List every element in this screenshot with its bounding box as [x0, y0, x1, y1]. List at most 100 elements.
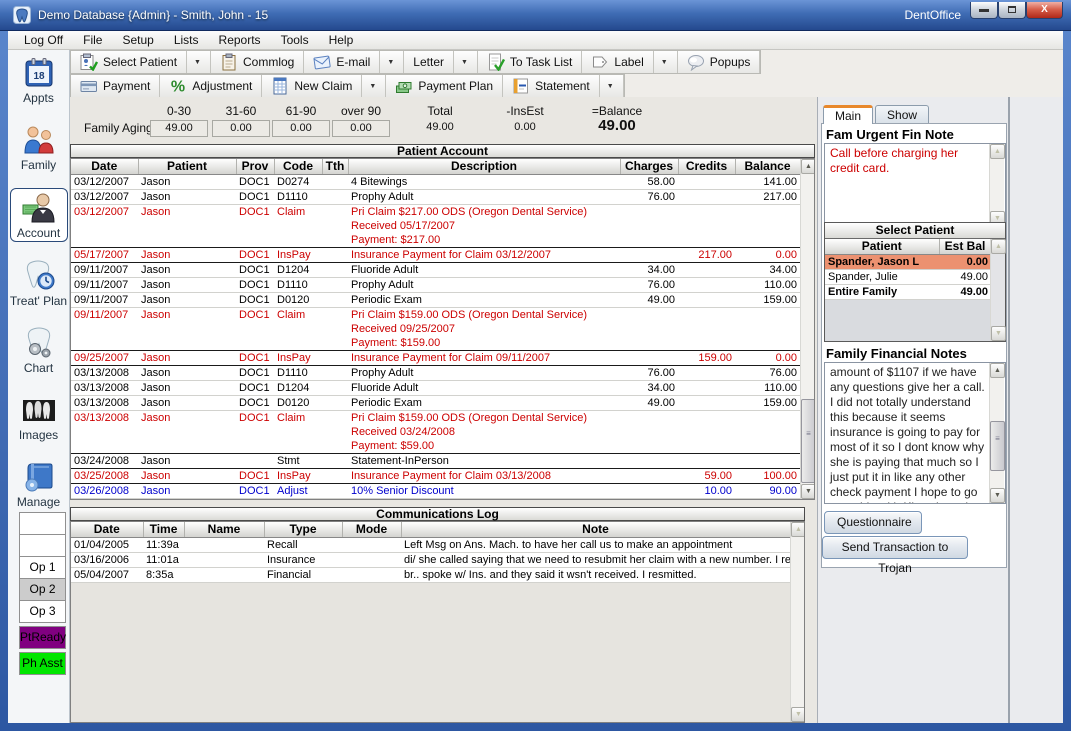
dropdown-arrow-icon[interactable]: ▼	[361, 75, 376, 97]
menu-tools[interactable]: Tools	[271, 31, 319, 50]
patient-list-scrollbar[interactable]: ▲ ▼	[990, 239, 1005, 341]
account-column-description: Description	[348, 159, 620, 174]
account-row[interactable]: 09/11/2007JasonDOC1D0120Periodic Exam49.…	[71, 292, 800, 307]
sidebar-item-treat-plan[interactable]: Treat' Plan	[10, 257, 68, 309]
dropdown-arrow-icon[interactable]: ▼	[186, 51, 201, 73]
account-row[interactable]: 03/24/2008JasonStmtStatement-InPerson	[71, 453, 800, 468]
sidebar-item-images[interactable]: Images	[10, 391, 68, 443]
op-cell-ph-asst[interactable]: Ph Asst	[19, 652, 66, 675]
menu-file[interactable]: File	[73, 31, 112, 50]
toolbar-button-commlog[interactable]: Commlog	[211, 51, 304, 73]
questionnaire-button[interactable]: Questionnaire	[824, 511, 922, 534]
aging-balance-value: 49.00	[582, 117, 652, 134]
scroll-up-icon[interactable]: ▲	[991, 239, 1006, 254]
op-cell-empty[interactable]	[19, 512, 66, 535]
account-row[interactable]: 03/25/2008JasonDOC1InsPayInsurance Payme…	[71, 468, 800, 483]
maximize-button[interactable]	[998, 2, 1026, 19]
commlog-row[interactable]: 03/16/200611:01aInsurancedi/ she called …	[71, 552, 790, 567]
scroll-up-icon[interactable]: ▲	[801, 159, 815, 174]
toolbar-button-payment[interactable]: Payment	[71, 75, 160, 97]
menu-help[interactable]: Help	[319, 31, 364, 50]
account-row[interactable]: 03/12/2007JasonDOC1D02744 Bitewings58.00…	[71, 174, 800, 189]
scroll-down-icon[interactable]: ▼	[991, 326, 1006, 341]
op-cell-op-1[interactable]: Op 1	[19, 556, 66, 579]
send-transaction-to-trojan-button[interactable]: Send Transaction to Trojan	[822, 536, 968, 559]
account-row[interactable]: 03/13/2008JasonDOC1D0120Periodic Exam49.…	[71, 395, 800, 410]
toolbar-button-label[interactable]: Label▼	[582, 51, 677, 73]
patient-list-row[interactable]: Spander, Julie49.00	[825, 269, 991, 284]
commlog-row[interactable]: 05/04/20078:35aFinancialbr.. spoke w/ In…	[71, 567, 790, 582]
menu-log-off[interactable]: Log Off	[14, 31, 73, 50]
financial-notes-textarea[interactable]: amount of $1107 if we have any questions…	[824, 362, 1006, 504]
sidebar-item-appts[interactable]: 18Appts	[10, 54, 68, 106]
account-row[interactable]: 05/17/2007JasonDOC1InsPayInsurance Payme…	[71, 247, 800, 262]
panel-splitter[interactable]	[1008, 97, 1010, 723]
op-cell-op-2[interactable]: Op 2	[19, 578, 66, 601]
sidebar-item-account[interactable]: Account	[10, 188, 68, 242]
account-row[interactable]: 09/11/2007JasonDOC1ClaimPri Claim $159.0…	[71, 307, 800, 350]
commlog-column-time: Time	[143, 522, 184, 537]
menu-setup[interactable]: Setup	[112, 31, 163, 50]
account-column-charges: Charges	[620, 159, 678, 174]
toolbar-button-label: Adjustment	[192, 79, 252, 93]
account-row[interactable]: 03/13/2008JasonDOC1D1110Prophy Adult76.0…	[71, 365, 800, 380]
account-row[interactable]: 09/25/2007JasonDOC1InsPayInsurance Payme…	[71, 350, 800, 365]
account-row[interactable]: 03/13/2008JasonDOC1D1204Fluoride Adult34…	[71, 380, 800, 395]
account-row[interactable]: 03/12/2007JasonDOC1D1110Prophy Adult76.0…	[71, 189, 800, 204]
toolbar-button-payment-plan[interactable]: Payment Plan	[386, 75, 503, 97]
tab-main[interactable]: Main	[823, 105, 873, 124]
account-scrollbar[interactable]: ▲ ▼	[800, 159, 815, 499]
dropdown-arrow-icon[interactable]: ▼	[379, 51, 394, 73]
commlog-scrollbar[interactable]: ▲ ▼	[790, 522, 805, 722]
aging-value-31-60: 0.00	[212, 120, 270, 137]
toolbar-button-to-task-list[interactable]: To Task List	[478, 51, 582, 73]
dropdown-arrow-icon[interactable]: ▼	[599, 75, 614, 97]
scroll-down-icon[interactable]: ▼	[791, 707, 805, 722]
toolbar-button-e-mail[interactable]: E-mail▼	[304, 51, 404, 73]
scroll-down-icon[interactable]: ▼	[801, 484, 815, 499]
toolbar-button-popups[interactable]: Popups	[678, 51, 761, 73]
toolbar-button-select-patient[interactable]: Select Patient ▼	[71, 51, 211, 73]
account-row[interactable]: 09/11/2007JasonDOC1D1204Fluoride Adult34…	[71, 262, 800, 277]
patient-list-row[interactable]: Entire Family49.00	[825, 284, 991, 299]
dropdown-arrow-icon[interactable]: ▼	[453, 51, 468, 73]
financial-notes-scrollbar[interactable]: ▲ ▼	[989, 363, 1004, 503]
op-cell-empty[interactable]	[19, 534, 66, 557]
operatory-list: Op 1Op 2Op 3 PtReady Ph Asst	[19, 513, 66, 675]
select-patient-title: Select Patient	[825, 223, 1005, 239]
account-row[interactable]: 03/12/2007JasonDOC1ClaimPri Claim $217.0…	[71, 204, 800, 247]
commlog-row[interactable]: 01/04/200511:39aRecallLeft Msg on Ans. M…	[71, 537, 790, 552]
patient-account-title: Patient Account	[70, 144, 815, 158]
patient-list-row[interactable]: Spander, Jason L0.00	[825, 254, 991, 269]
sidebar-item-chart[interactable]: Chart	[10, 324, 68, 376]
toolbar-button-statement[interactable]: Statement ▼	[503, 75, 624, 97]
sidebar-item-manage[interactable]: Manage	[10, 458, 68, 510]
account-scroll-thumb[interactable]	[801, 399, 815, 483]
scroll-up-icon[interactable]: ▲	[791, 522, 805, 537]
toolbar-button-label: Select Patient	[103, 55, 177, 69]
account-row[interactable]: 09/11/2007JasonDOC1D1110Prophy Adult76.0…	[71, 277, 800, 292]
tab-show[interactable]: Show	[875, 105, 929, 124]
sidebar-modules: 18Appts Family Account Treat' Plan Chart Imag…	[8, 54, 69, 525]
financial-notes-scroll-thumb[interactable]	[990, 421, 1005, 471]
op-cell-op-3[interactable]: Op 3	[19, 600, 66, 623]
menu-lists[interactable]: Lists	[164, 31, 209, 50]
account-row[interactable]: 03/26/2008JasonDOC1PayCheck #1234 $90.00…	[71, 498, 800, 500]
op-cell-ptready[interactable]: PtReady	[19, 626, 66, 649]
urgent-note-textarea[interactable]: Call before charging her credit card.	[824, 143, 1006, 227]
sidebar-item-family[interactable]: Family	[10, 121, 68, 173]
toolbar-button-label: Statement	[535, 79, 590, 93]
scroll-up-icon[interactable]: ▲	[990, 363, 1005, 378]
account-row[interactable]: 03/26/2008JasonDOC1Adjust10% Senior Disc…	[71, 483, 800, 498]
toolbar-button-new-claim[interactable]: New Claim▼	[262, 75, 386, 97]
dropdown-arrow-icon[interactable]: ▼	[653, 51, 668, 73]
scroll-up-icon[interactable]: ▲	[990, 144, 1005, 159]
urgent-note-scrollbar[interactable]: ▲ ▼	[989, 144, 1004, 226]
toolbar-button-letter[interactable]: Letter▼	[404, 51, 478, 73]
account-row[interactable]: 03/13/2008JasonDOC1ClaimPri Claim $159.0…	[71, 410, 800, 453]
minimize-button[interactable]: ▬	[970, 2, 998, 19]
menu-reports[interactable]: Reports	[209, 31, 271, 50]
close-button[interactable]: X	[1026, 2, 1063, 19]
scroll-down-icon[interactable]: ▼	[990, 488, 1005, 503]
toolbar-button-adjustment[interactable]: %Adjustment	[160, 75, 262, 97]
